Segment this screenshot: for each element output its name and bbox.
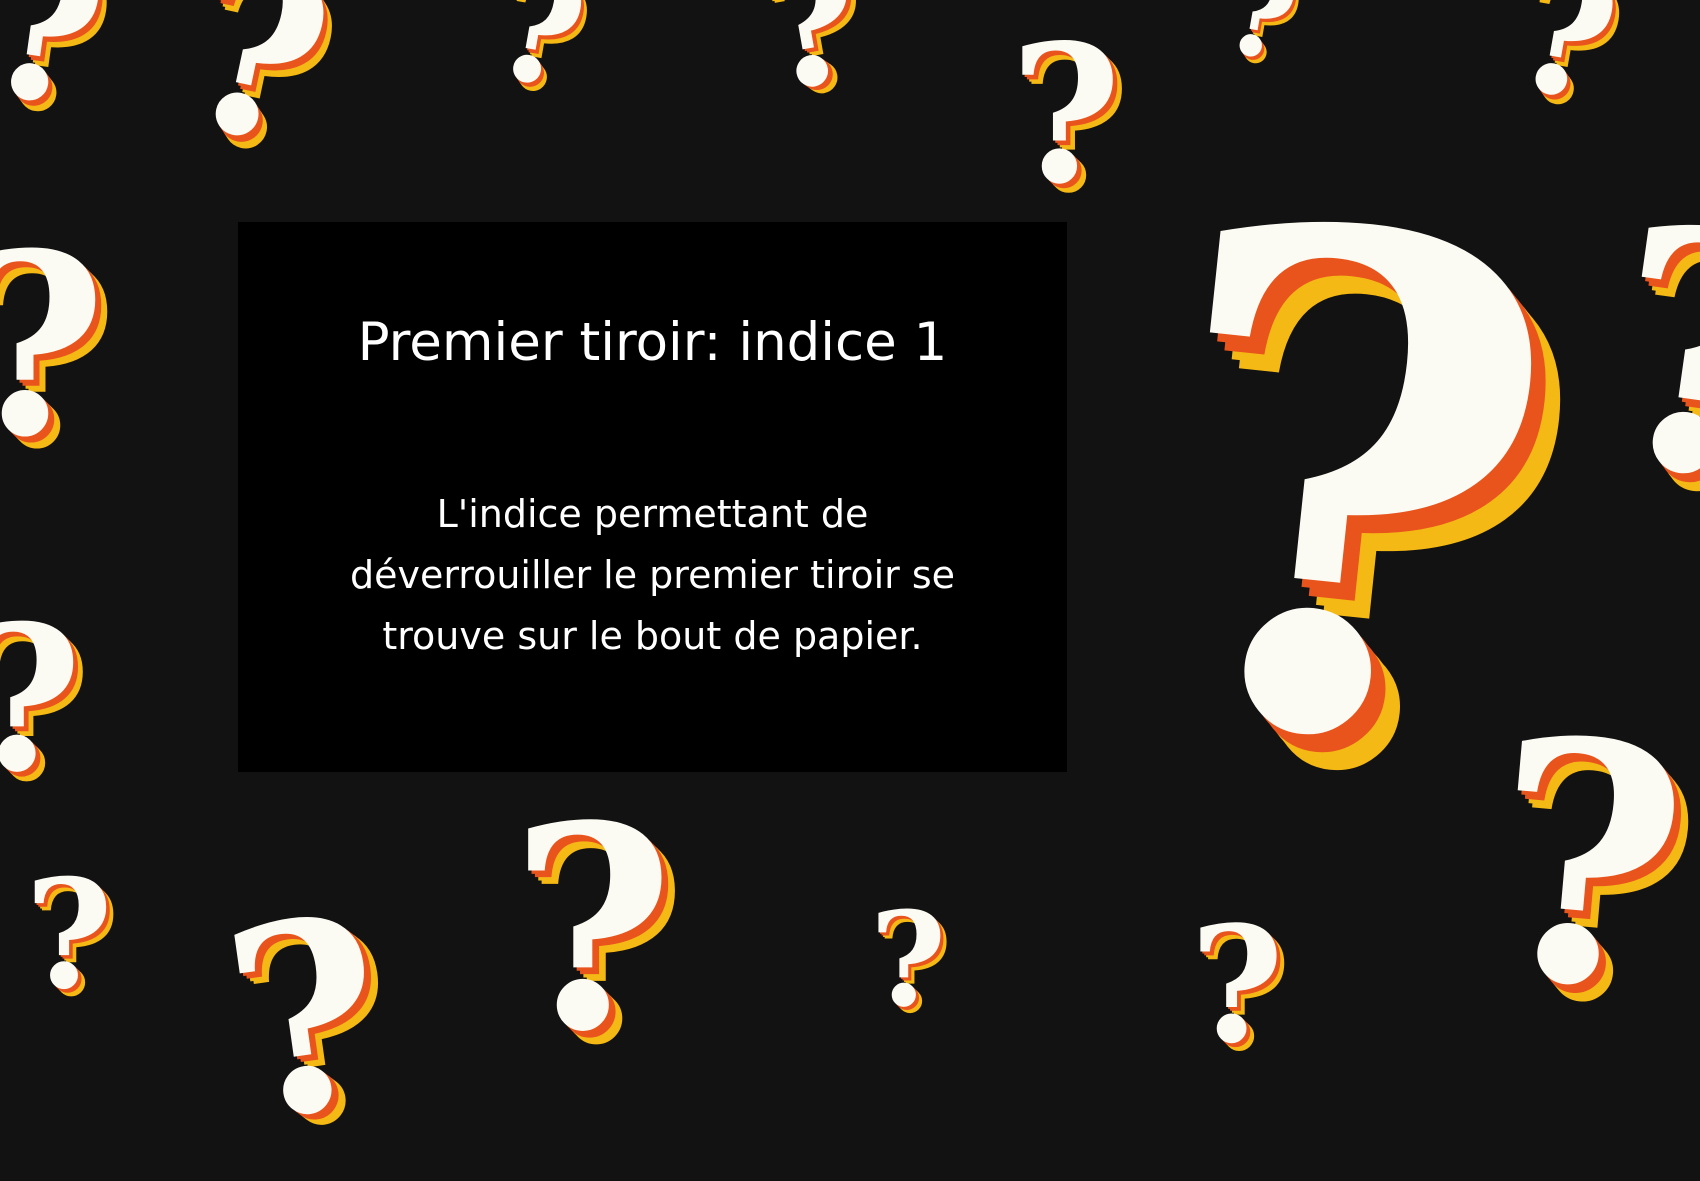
question-mark-icon: ?: [1473, 663, 1700, 1067]
question-mark-icon: ?: [1213, 0, 1308, 91]
question-mark-icon: ?: [1583, 149, 1700, 561]
question-mark-icon: ?: [0, 220, 106, 470]
question-mark-icon: ?: [480, 0, 598, 125]
question-mark-icon: ?: [1010, 3, 1122, 226]
question-mark-icon: ?: [510, 765, 675, 1094]
clue-body-line: trouve sur le bout de papier.: [382, 614, 923, 658]
question-mark-icon: ?: [870, 883, 947, 1036]
question-mark-icon: ?: [209, 857, 403, 1181]
clue-card: Premier tiroir: indice 1 L'indice permet…: [238, 222, 1067, 772]
clue-title: Premier tiroir: indice 1: [357, 312, 948, 373]
question-mark-icon: ?: [163, 0, 352, 202]
question-mark-icon: ?: [25, 847, 113, 1023]
question-mark-icon: ?: [743, 0, 877, 133]
question-mark-icon: ?: [1190, 891, 1284, 1079]
clue-body-line: L'indice permettant de: [436, 492, 869, 536]
question-mark-icon: ?: [0, 0, 119, 155]
clue-body: L'indice permettant de déverrouiller le …: [278, 484, 1027, 667]
clue-body-line: déverrouiller le premier tiroir se: [349, 553, 956, 597]
question-mark-icon: ?: [0, 600, 82, 800]
